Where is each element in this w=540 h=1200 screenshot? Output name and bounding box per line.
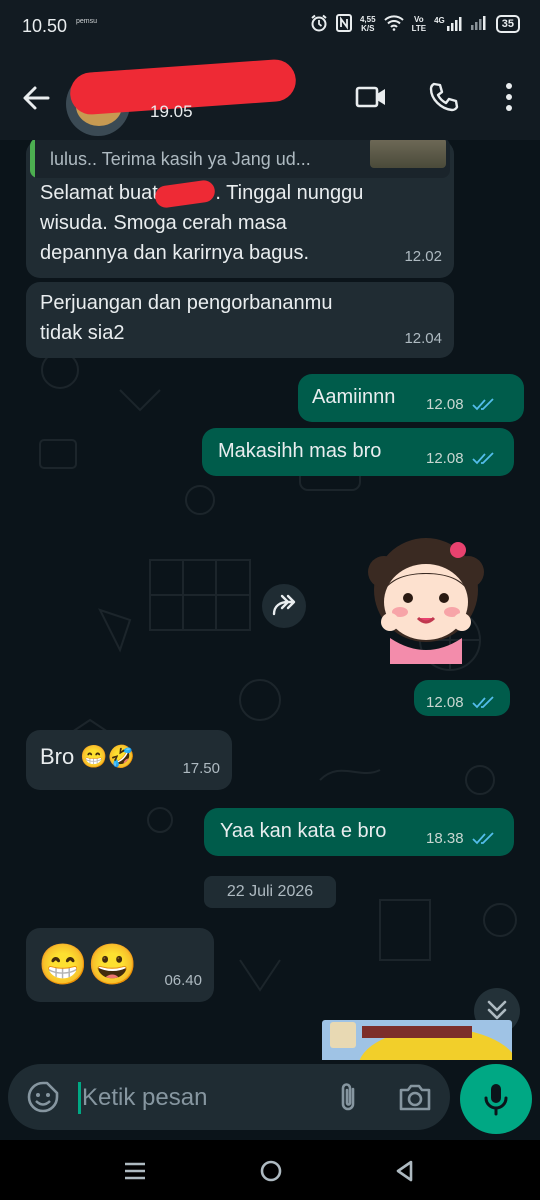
back-nav-icon[interactable] — [390, 1156, 420, 1186]
outgoing-message[interactable]: Yaa kan kata e bro 18.38 — [204, 808, 514, 856]
incoming-message[interactable]: lulus.. Terima kasih ya Jang ud... Selam… — [26, 140, 454, 278]
speed-unit: K/S — [361, 24, 375, 33]
message-line-1: Perjuangan dan pengorbananmu — [40, 292, 333, 314]
message-input-container[interactable]: Ketik pesan — [8, 1064, 450, 1130]
reply-quote-text: lulus.. Terima kasih ya Jang ud... — [50, 149, 311, 169]
back-arrow-icon[interactable] — [20, 82, 52, 114]
partial-image-message[interactable] — [322, 1020, 512, 1060]
network-type: 4G — [434, 16, 445, 25]
speed-value: 4,55 — [359, 15, 376, 24]
reply-bar — [30, 140, 35, 178]
message-line-3: depannya dan karirnya bagus. — [40, 242, 310, 264]
volte-bottom: LTE — [411, 24, 427, 33]
sticker-emoji-icon[interactable] — [26, 1080, 60, 1114]
read-receipt-icon — [472, 832, 494, 845]
reply-quote[interactable]: lulus.. Terima kasih ya Jang ud... — [30, 140, 450, 178]
video-call-icon[interactable] — [354, 80, 388, 114]
message-line-2: wisuda. Smoga cerah masa — [40, 212, 287, 234]
message-time: 12.04 — [404, 330, 442, 347]
forward-icon — [272, 594, 296, 616]
incoming-message[interactable]: Perjuangan dan pengorbananmu tidak sia2 … — [26, 282, 454, 358]
redacted-name — [154, 178, 217, 209]
text-before-redaction: Selamat buat — [40, 182, 158, 204]
message-meta: 12.08 — [426, 390, 496, 420]
read-receipt-icon — [472, 452, 494, 465]
system-nav-bar — [0, 1140, 540, 1200]
chat-header: 19.05 — [0, 56, 540, 140]
attach-icon[interactable] — [332, 1080, 364, 1114]
home-icon[interactable] — [256, 1156, 286, 1186]
nfc-icon — [335, 14, 352, 34]
text-after-redaction: . Tinggal nunggu — [215, 182, 364, 204]
signal-icon-2 — [470, 15, 488, 33]
alarm-icon — [310, 14, 328, 34]
camera-icon[interactable] — [398, 1082, 432, 1112]
volte-indicator: Vo LTE — [412, 15, 427, 33]
voice-message-button[interactable] — [460, 1064, 532, 1134]
more-options-icon[interactable] — [492, 80, 526, 114]
message-time: 18.38 — [426, 830, 464, 847]
recent-apps-icon[interactable] — [120, 1156, 150, 1186]
message-time: 06.40 — [164, 972, 202, 989]
message-text: Aamiinnn — [312, 386, 396, 408]
status-time: 10.50 — [22, 16, 68, 36]
message-time: 12.02 — [404, 248, 442, 265]
message-text: Selamat buat . Tinggal nunggu wisuda. Sm… — [40, 178, 450, 268]
chat-area[interactable]: lulus.. Terima kasih ya Jang ud... Selam… — [0, 140, 540, 1060]
message-time: 12.08 — [426, 396, 464, 413]
wifi-icon — [383, 15, 404, 33]
input-bar: Ketik pesan — [0, 1060, 540, 1140]
volte-top: Vo — [414, 15, 424, 24]
read-receipt-icon — [472, 696, 494, 709]
message-input[interactable]: Ketik pesan — [82, 1084, 207, 1112]
message-time: 12.08 — [426, 450, 464, 467]
message-text: Yaa kan kata e bro — [220, 820, 387, 842]
message-text: Perjuangan dan pengorbananmu tidak sia2 — [40, 288, 332, 348]
date-divider: 22 Juli 2026 — [204, 876, 336, 908]
status-bar: 10.50 pemsu 4,55 K/S Vo LTE 4G 35 — [0, 0, 540, 56]
status-network-label: pemsu — [76, 18, 98, 25]
outgoing-message[interactable]: Makasihh mas bro 12.08 — [202, 428, 514, 476]
network-speed: 4,55 K/S — [360, 15, 376, 33]
voice-call-icon[interactable] — [426, 80, 460, 114]
message-meta: 18.38 — [426, 824, 496, 854]
microphone-icon — [484, 1084, 508, 1116]
incoming-message[interactable]: 😁😀 06.40 — [26, 928, 214, 1002]
message-text: 😁😀 — [38, 943, 138, 987]
incoming-message[interactable]: Bro 😁🤣 17.50 — [26, 730, 232, 790]
message-line-1: Selamat buat . Tinggal nunggu — [40, 178, 450, 209]
signal-4g: 4G — [434, 16, 462, 32]
message-text: Bro 😁🤣 — [40, 744, 136, 769]
message-meta: 12.08 — [426, 444, 496, 474]
message-time: 17.50 — [182, 760, 220, 777]
signal-icon — [446, 17, 462, 31]
last-seen[interactable]: 19.05 — [150, 102, 193, 122]
sticker-time-chip: 12.08 — [414, 680, 510, 716]
message-meta: 12.08 — [426, 688, 496, 718]
message-time: 12.08 — [426, 694, 464, 711]
text-caret — [78, 1082, 81, 1114]
baby-sticker[interactable] — [360, 532, 492, 664]
battery-indicator: 35 — [495, 15, 520, 33]
status-icons: 4,55 K/S Vo LTE 4G 35 — [310, 14, 520, 34]
message-line-2: tidak sia2 — [40, 322, 125, 344]
forward-button[interactable] — [262, 584, 306, 628]
read-receipt-icon — [472, 398, 494, 411]
outgoing-message[interactable]: Aamiinnn 12.08 — [298, 374, 524, 422]
message-text: Makasihh mas bro — [218, 440, 382, 462]
reply-thumbnail — [370, 140, 446, 168]
